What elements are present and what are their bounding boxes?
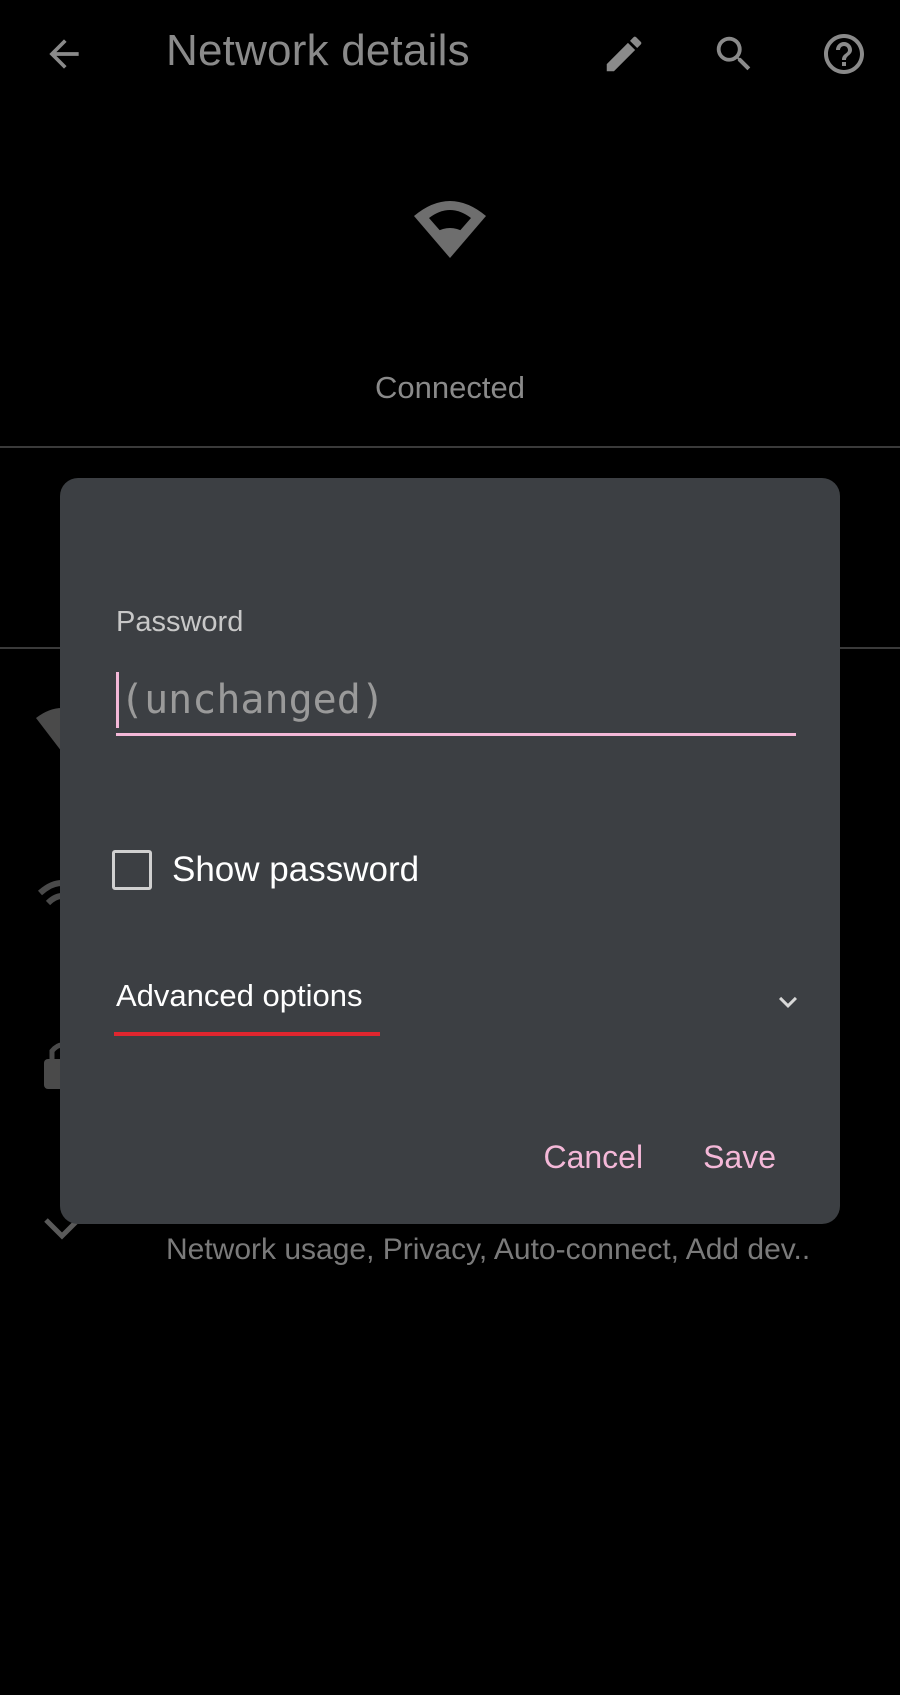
dialog-actions: Cancel Save (543, 1139, 776, 1176)
focus-underline (114, 1032, 380, 1036)
advanced-options-label: Advanced options (116, 978, 363, 1013)
help-circle-icon (820, 30, 868, 78)
screen: Network details Connected Network usage,… (0, 0, 900, 1695)
chevron-down-icon (770, 984, 806, 1020)
cancel-button[interactable]: Cancel (543, 1139, 643, 1176)
back-button[interactable] (32, 22, 96, 86)
show-password-label: Show password (172, 850, 420, 889)
advanced-summary: Network usage, Privacy, Auto-connect, Ad… (166, 1233, 811, 1266)
search-icon (711, 31, 757, 77)
password-input[interactable] (120, 668, 790, 732)
password-field[interactable] (116, 668, 796, 736)
wifi-icon (410, 192, 490, 262)
search-button[interactable] (702, 22, 766, 86)
connection-status: Connected (375, 370, 525, 405)
help-button[interactable] (812, 22, 876, 86)
divider (0, 446, 900, 448)
password-dialog: Password Show password Advanced options … (60, 478, 840, 1224)
text-cursor (116, 672, 119, 728)
show-password-toggle[interactable]: Show password (112, 850, 419, 890)
save-button[interactable]: Save (703, 1139, 776, 1176)
advanced-options-toggle[interactable]: Advanced options (114, 978, 806, 1038)
show-password-checkbox[interactable] (112, 850, 152, 890)
arrow-back-icon (42, 32, 86, 76)
password-label: Password (116, 606, 244, 638)
pencil-icon (601, 31, 647, 77)
page-title: Network details (166, 26, 470, 75)
app-bar: Network details (0, 0, 900, 112)
edit-button[interactable] (592, 22, 656, 86)
